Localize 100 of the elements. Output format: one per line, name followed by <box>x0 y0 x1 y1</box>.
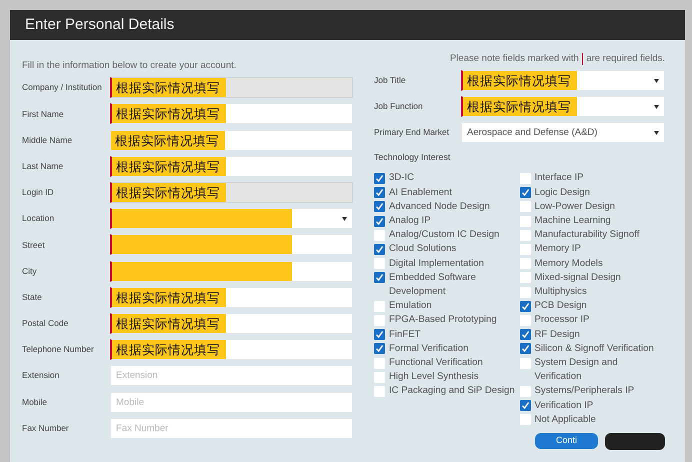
checkbox-label: Verification IP <box>534 398 594 413</box>
select-field[interactable]: Aerospace and Defense (A&D) <box>461 122 665 144</box>
field-label: City <box>22 264 38 278</box>
input-field[interactable]: 根据实际情况填写 <box>110 286 353 308</box>
input-field[interactable]: 根据实际情况填写 <box>110 339 353 360</box>
checkbox[interactable] <box>520 201 530 212</box>
checkbox-label: Logic Design <box>534 186 590 200</box>
input-field[interactable]: 根据实际情况填写 <box>110 312 353 334</box>
checkbox-label: Digital Implementation <box>389 256 484 271</box>
checkbox[interactable] <box>374 244 385 255</box>
caret-icon <box>342 217 347 222</box>
checkbox-label: Embedded Software Development <box>389 270 477 300</box>
field-label: Telephone Number <box>22 343 95 356</box>
checkbox-label: FPGA-Based Prototyping <box>389 313 497 328</box>
checkbox[interactable] <box>520 329 530 340</box>
select-field[interactable] <box>110 208 353 230</box>
field-label: Fax Number <box>22 422 70 435</box>
checkbox[interactable] <box>374 187 385 198</box>
checkbox[interactable] <box>520 358 530 369</box>
checkbox[interactable] <box>374 314 385 326</box>
checkbox-label: IC Packaging and SiP Design <box>389 384 515 398</box>
checkbox[interactable] <box>374 258 385 270</box>
checkbox[interactable] <box>374 386 385 397</box>
input-field[interactable]: Fax Number <box>110 418 353 439</box>
input-field[interactable]: 根据实际情况填写 <box>110 103 353 124</box>
checkbox-label: Analog IP <box>389 214 431 228</box>
checkbox[interactable] <box>520 300 530 312</box>
field-label: Login ID <box>22 186 55 199</box>
checkbox[interactable] <box>374 230 385 241</box>
checkbox[interactable] <box>374 201 385 212</box>
checkbox-label: Machine Learning <box>534 214 611 228</box>
input-field[interactable]: 根据实际情况填写 <box>110 130 353 151</box>
field-label: Company / Institution <box>22 81 102 94</box>
checkbox-label: Silicon & Signoff Verification <box>534 342 654 356</box>
checkbox[interactable] <box>520 258 530 270</box>
input-field[interactable] <box>110 234 353 256</box>
field-label: First Name <box>22 108 65 120</box>
field-label: Street <box>22 238 46 252</box>
intro-text: Fill in the information below to create your account. <box>22 59 236 73</box>
checkbox-label: Mixed-signal Design <box>534 270 621 285</box>
checkbox-label: Memory IP <box>534 242 581 256</box>
checkbox[interactable] <box>374 172 385 184</box>
note-text: Please note fields marked with <box>450 52 579 66</box>
checkbox-label: Low-Power Design <box>534 200 616 214</box>
field-label: Last Name <box>22 160 64 173</box>
caret-icon <box>654 105 659 110</box>
checkbox-label: System Design and Verification <box>534 356 619 384</box>
checkbox-label: Systems/Peripherals IP <box>534 384 634 398</box>
checkbox[interactable] <box>520 244 530 255</box>
checkbox[interactable] <box>520 386 530 397</box>
checkbox[interactable] <box>520 286 530 298</box>
checkbox[interactable] <box>520 230 530 241</box>
checkbox-label: Manufacturability Signoff <box>534 228 640 242</box>
checkbox[interactable] <box>374 343 385 354</box>
caret-icon <box>654 79 659 84</box>
secondary-button[interactable] <box>605 433 665 450</box>
checkbox[interactable] <box>374 372 385 383</box>
checkbox-label: Emulation <box>389 299 432 314</box>
input-field[interactable]: Extension <box>110 365 353 386</box>
input-field[interactable]: 根据实际情况填写 <box>110 156 353 177</box>
input-field[interactable] <box>110 260 353 282</box>
checkbox[interactable] <box>374 300 385 312</box>
checkbox-label: Functional Verification <box>389 356 483 370</box>
checkbox-label: Interface IP <box>534 171 584 186</box>
checkbox[interactable] <box>374 329 385 340</box>
field-label: Middle Name <box>22 134 74 146</box>
checkbox-label: Formal Verification <box>389 342 468 356</box>
field-label: Mobile <box>22 396 48 408</box>
checkbox-label: Not Applicable <box>534 412 596 427</box>
checkbox[interactable] <box>520 187 530 198</box>
checkbox[interactable] <box>520 216 530 227</box>
checkbox-label: Multiphysics <box>534 285 587 300</box>
field-label: Location <box>22 212 56 226</box>
field-label: Job Function <box>374 100 424 114</box>
field-label: State <box>22 290 43 304</box>
checkbox-label: 3D-IC <box>389 171 414 186</box>
field-label: Primary End Market <box>374 126 450 140</box>
checkbox[interactable] <box>520 343 530 354</box>
field-label: Job Title <box>374 74 407 88</box>
checkbox[interactable] <box>520 172 530 184</box>
select-field[interactable]: 根据实际情况填写 <box>461 70 665 92</box>
continue-button[interactable]: Conti <box>535 433 598 450</box>
checkbox-label: Advanced Node Design <box>389 200 490 214</box>
checkbox-label: FinFET <box>389 328 420 342</box>
checkbox[interactable] <box>520 272 530 284</box>
input-field[interactable]: Mobile <box>110 392 353 412</box>
checkbox[interactable] <box>520 314 530 326</box>
checkbox-label: RF Design <box>534 328 580 342</box>
checkbox-label: PCB Design <box>534 299 587 314</box>
checkbox-label: Memory Models <box>534 256 603 271</box>
checkbox[interactable] <box>520 414 530 426</box>
select-field[interactable]: 根据实际情况填写 <box>461 96 665 118</box>
field-label: Extension <box>22 369 60 382</box>
checkbox-label: AI Enablement <box>389 186 452 200</box>
checkbox[interactable] <box>520 400 530 412</box>
checkbox[interactable] <box>374 272 385 284</box>
checkbox[interactable] <box>374 358 385 369</box>
page-title: Enter Personal Details <box>25 14 174 35</box>
checkbox[interactable] <box>374 216 385 227</box>
checkbox-label: High Level Synthesis <box>389 370 479 384</box>
